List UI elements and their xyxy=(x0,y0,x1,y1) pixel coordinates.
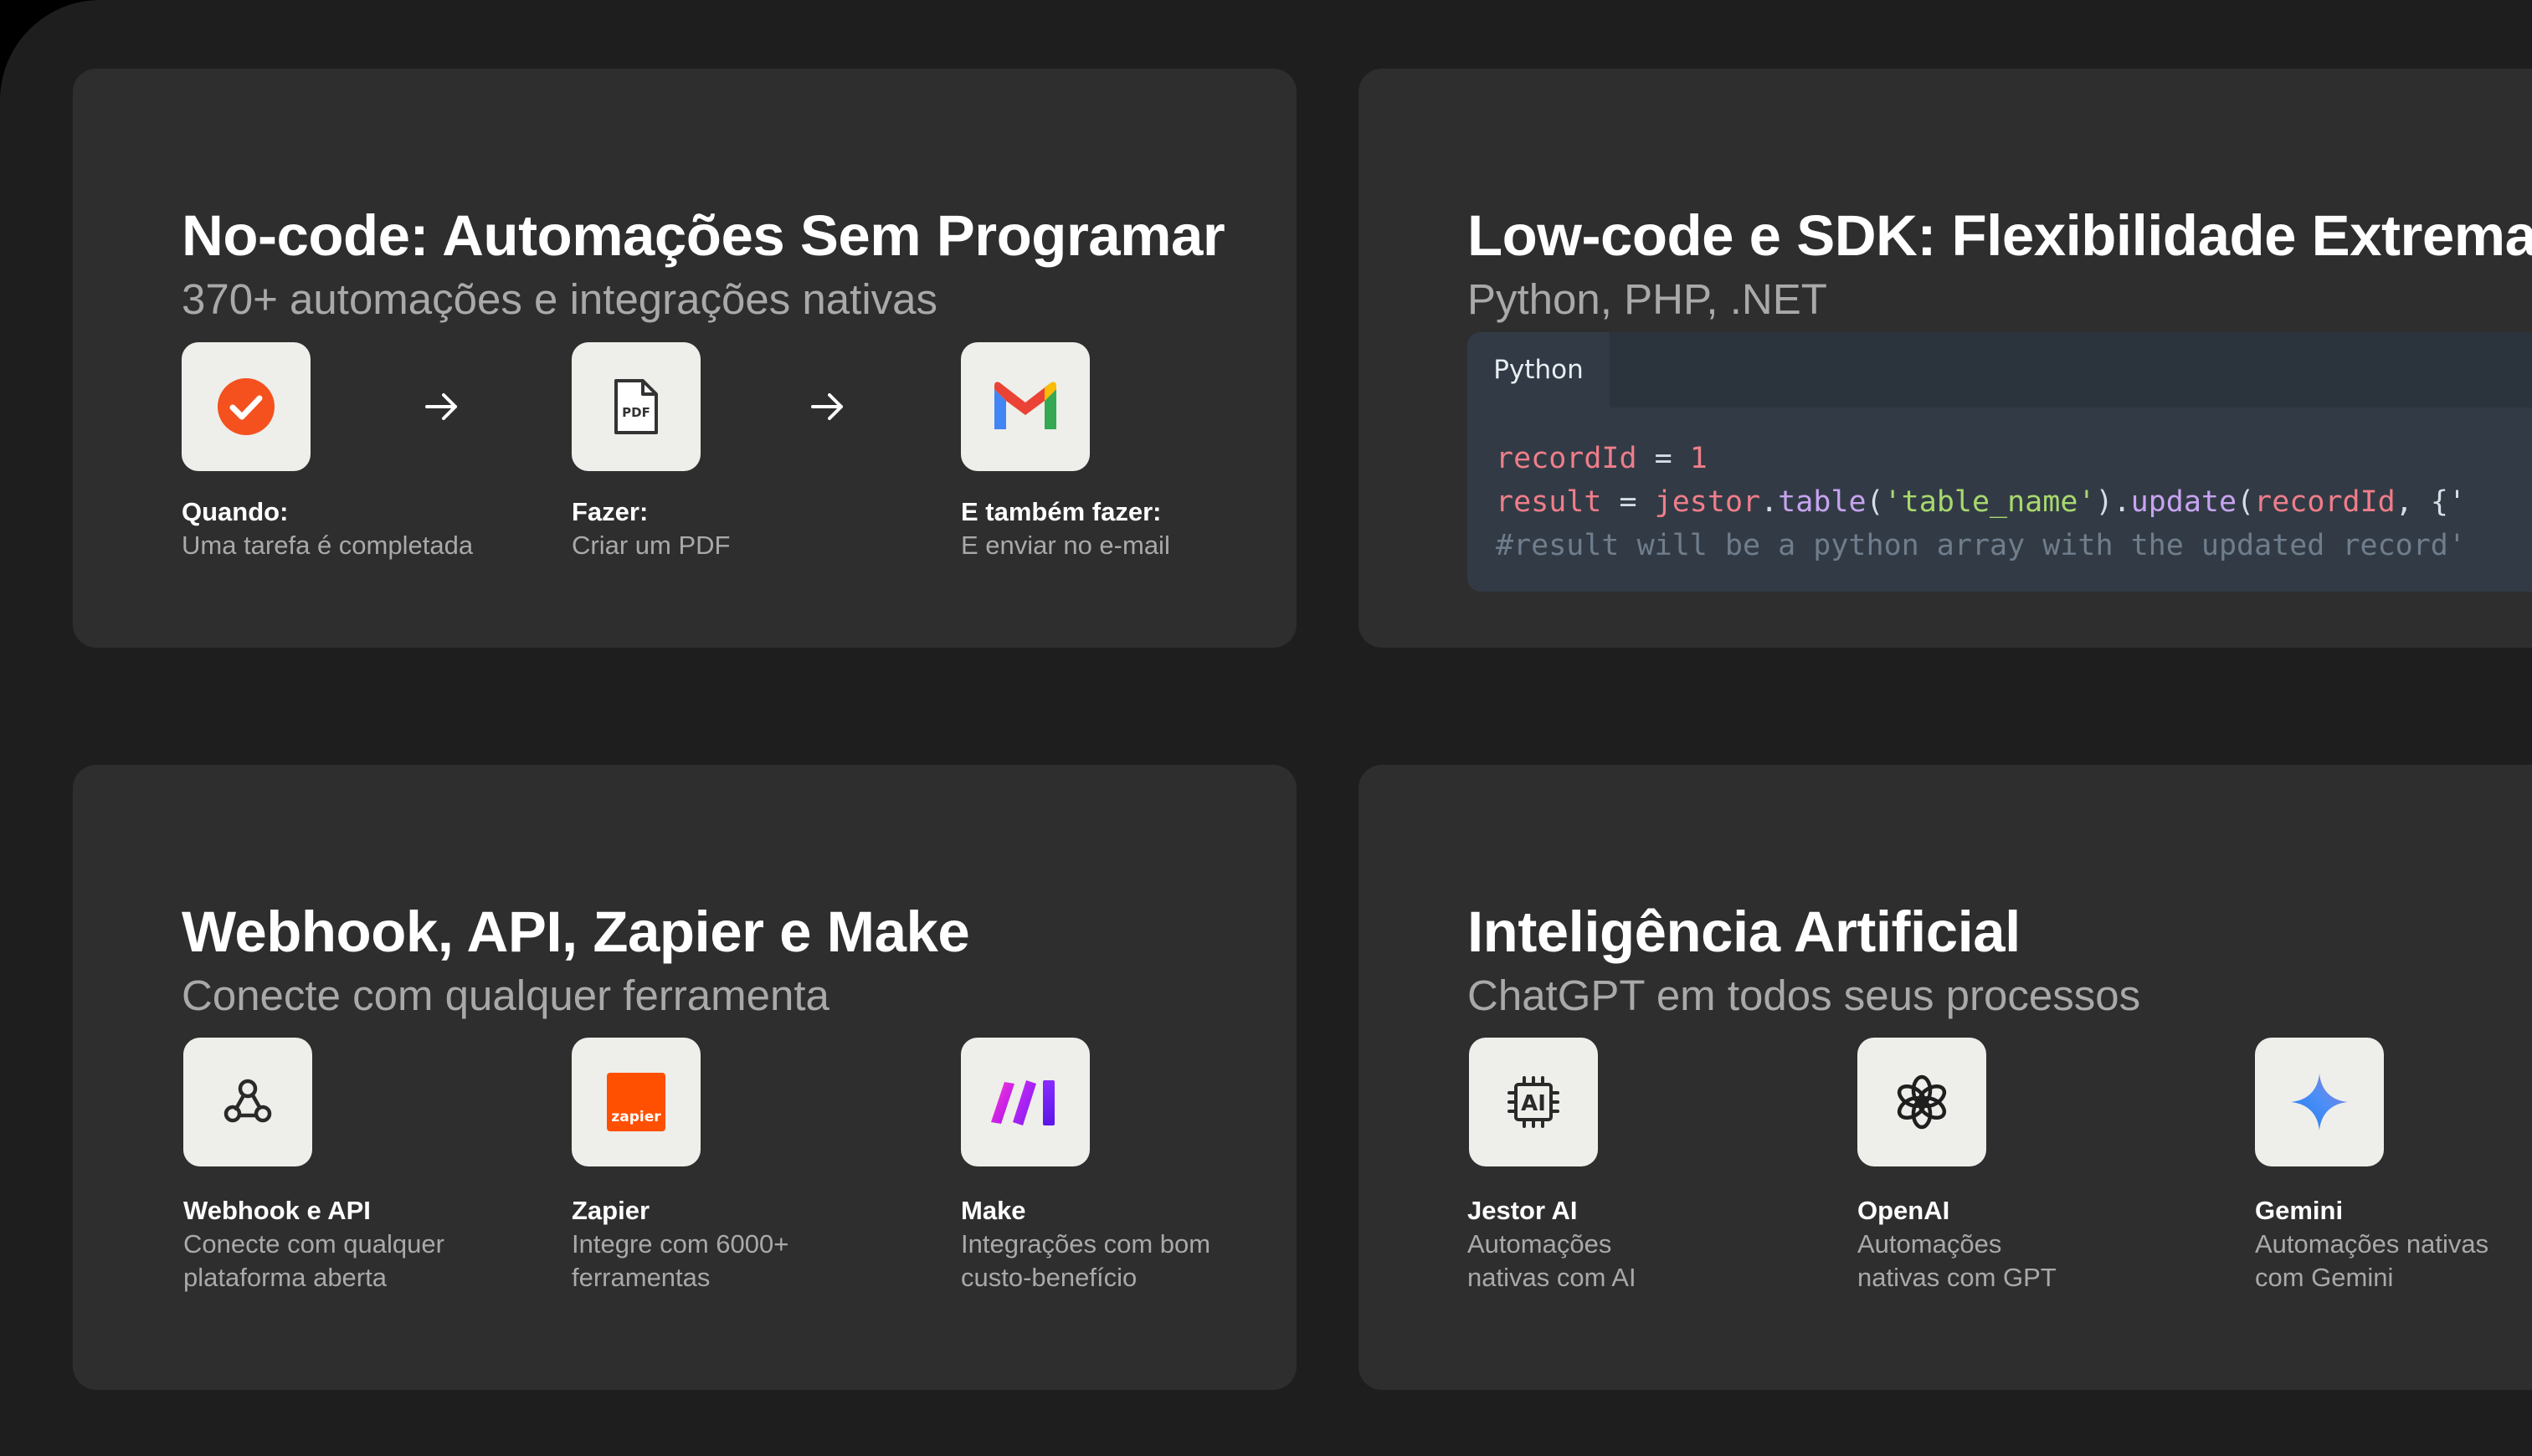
ai-card-title: Inteligência Artificial xyxy=(1467,900,2021,964)
code-token: ) xyxy=(2095,485,2113,519)
code-line-1: recordId = 1 xyxy=(1496,437,2466,480)
code-token: . xyxy=(2113,485,2131,519)
nocode-card-title: No-code: Automações Sem Programar xyxy=(182,203,1225,268)
step-action-label: Fazer: Criar um PDF xyxy=(572,495,730,562)
code-token: 1 xyxy=(1689,442,1708,475)
webhook-icon xyxy=(183,1038,312,1166)
code-block[interactable]: Python recordId = 1 result = jestor.table… xyxy=(1467,332,2532,592)
zapier-item-title: Zapier xyxy=(572,1196,650,1225)
code-token: recordId xyxy=(1496,442,1637,475)
gmail-icon xyxy=(961,342,1090,471)
lowcode-card: Low-code e SDK: Flexibilidade Extrema Py… xyxy=(1358,69,2532,648)
make-item-label: Make Integrações com bom custo-benefício xyxy=(961,1194,1210,1295)
zapier-logo-text: zapier xyxy=(611,1109,661,1125)
check-circle-icon xyxy=(182,342,311,471)
jestor-ai-item-desc: Automações nativas com AI xyxy=(1467,1229,1636,1292)
ai-chip-icon: AI xyxy=(1469,1038,1598,1166)
zapier-icon: zapier xyxy=(572,1038,701,1166)
arrow-right-icon xyxy=(425,393,457,420)
zapier-item-label: Zapier Integre com 6000+ ferramentas xyxy=(572,1194,788,1295)
webhook-item-desc: Conecte com qualquer plataforma aberta xyxy=(183,1229,444,1292)
code-token: recordId xyxy=(2254,485,2396,519)
gemini-item-desc: Automações nativas com Gemini xyxy=(2255,1229,2489,1292)
step-extra-label: E também fazer: E enviar no e-mail xyxy=(961,495,1170,562)
code-token: update xyxy=(2130,485,2237,519)
make-icon xyxy=(961,1038,1090,1166)
make-item-desc: Integrações com bom custo-benefício xyxy=(961,1229,1211,1292)
nocode-card: No-code: Automações Sem Programar 370+ a… xyxy=(73,69,1297,648)
openai-icon xyxy=(1857,1038,1986,1166)
code-content: recordId = 1 result = jestor.table('table… xyxy=(1496,437,2466,567)
step-action-title: Fazer: xyxy=(572,497,649,526)
arrow-right-icon xyxy=(811,393,843,420)
code-token: , {' xyxy=(2395,485,2467,519)
jestor-ai-item-label: Jestor AI Automações nativas com AI xyxy=(1467,1194,1636,1295)
openai-item-label: OpenAI Automações nativas com GPT xyxy=(1857,1194,2057,1295)
webhook-card-subtitle: Conecte com qualquer ferramenta xyxy=(182,972,829,1019)
step-trigger-label: Quando: Uma tarefa é completada xyxy=(182,495,473,562)
step-trigger-title: Quando: xyxy=(182,497,289,526)
webhook-item-title: Webhook e API xyxy=(183,1196,371,1225)
jestor-ai-item-title: Jestor AI xyxy=(1467,1196,1578,1225)
code-token: result xyxy=(1496,485,1602,519)
webhook-card-title: Webhook, API, Zapier e Make xyxy=(182,900,970,964)
step-trigger-desc: Uma tarefa é completada xyxy=(182,531,474,560)
openai-item-desc: Automações nativas com GPT xyxy=(1857,1229,2057,1292)
step-extra-title: E também fazer: xyxy=(961,497,1162,526)
make-item-title: Make xyxy=(961,1196,1026,1225)
gemini-item-title: Gemini xyxy=(2255,1196,2344,1225)
step-action-desc: Criar um PDF xyxy=(572,531,731,560)
ai-card-subtitle: ChatGPT em todos seus processos xyxy=(1467,972,2141,1019)
openai-item-title: OpenAI xyxy=(1857,1196,1950,1225)
code-line-2: result = jestor.table('table_name').upda… xyxy=(1496,480,2466,524)
code-token: = xyxy=(1636,442,1690,475)
code-tab-bar: Python xyxy=(1467,332,2532,408)
code-token: . xyxy=(1760,485,1779,519)
ai-chip-text: AI xyxy=(1521,1091,1546,1116)
code-token: ( xyxy=(2237,485,2255,519)
code-token: = xyxy=(1601,485,1655,519)
ai-card: Inteligência Artificial ChatGPT em todos… xyxy=(1358,765,2532,1390)
gemini-item-label: Gemini Automações nativas com Gemini xyxy=(2255,1194,2488,1295)
zapier-item-desc: Integre com 6000+ ferramentas xyxy=(572,1229,789,1292)
webhook-card: Webhook, API, Zapier e Make Conecte com … xyxy=(73,765,1297,1390)
pdf-file-icon: PDF xyxy=(572,342,701,471)
gemini-icon xyxy=(2255,1038,2384,1166)
nocode-card-subtitle: 370+ automações e integrações nativas xyxy=(182,275,938,323)
code-token: 'table_name' xyxy=(1883,485,2096,519)
code-line-3: #result will be a python array with the … xyxy=(1496,529,2466,562)
code-token: jestor xyxy=(1654,485,1761,519)
page: No-code: Automações Sem Programar 370+ a… xyxy=(0,0,2532,1456)
lowcode-card-title: Low-code e SDK: Flexibilidade Extrema xyxy=(1467,203,2532,268)
pdf-text: PDF xyxy=(622,405,650,420)
code-token: table xyxy=(1778,485,1867,519)
step-extra-desc: E enviar no e-mail xyxy=(961,531,1170,560)
code-token: ( xyxy=(1866,485,1884,519)
tab-python[interactable]: Python xyxy=(1467,332,1610,408)
webhook-item-label: Webhook e API Conecte com qualquer plata… xyxy=(183,1194,444,1295)
lowcode-card-subtitle: Python, PHP, .NET xyxy=(1467,275,1827,323)
